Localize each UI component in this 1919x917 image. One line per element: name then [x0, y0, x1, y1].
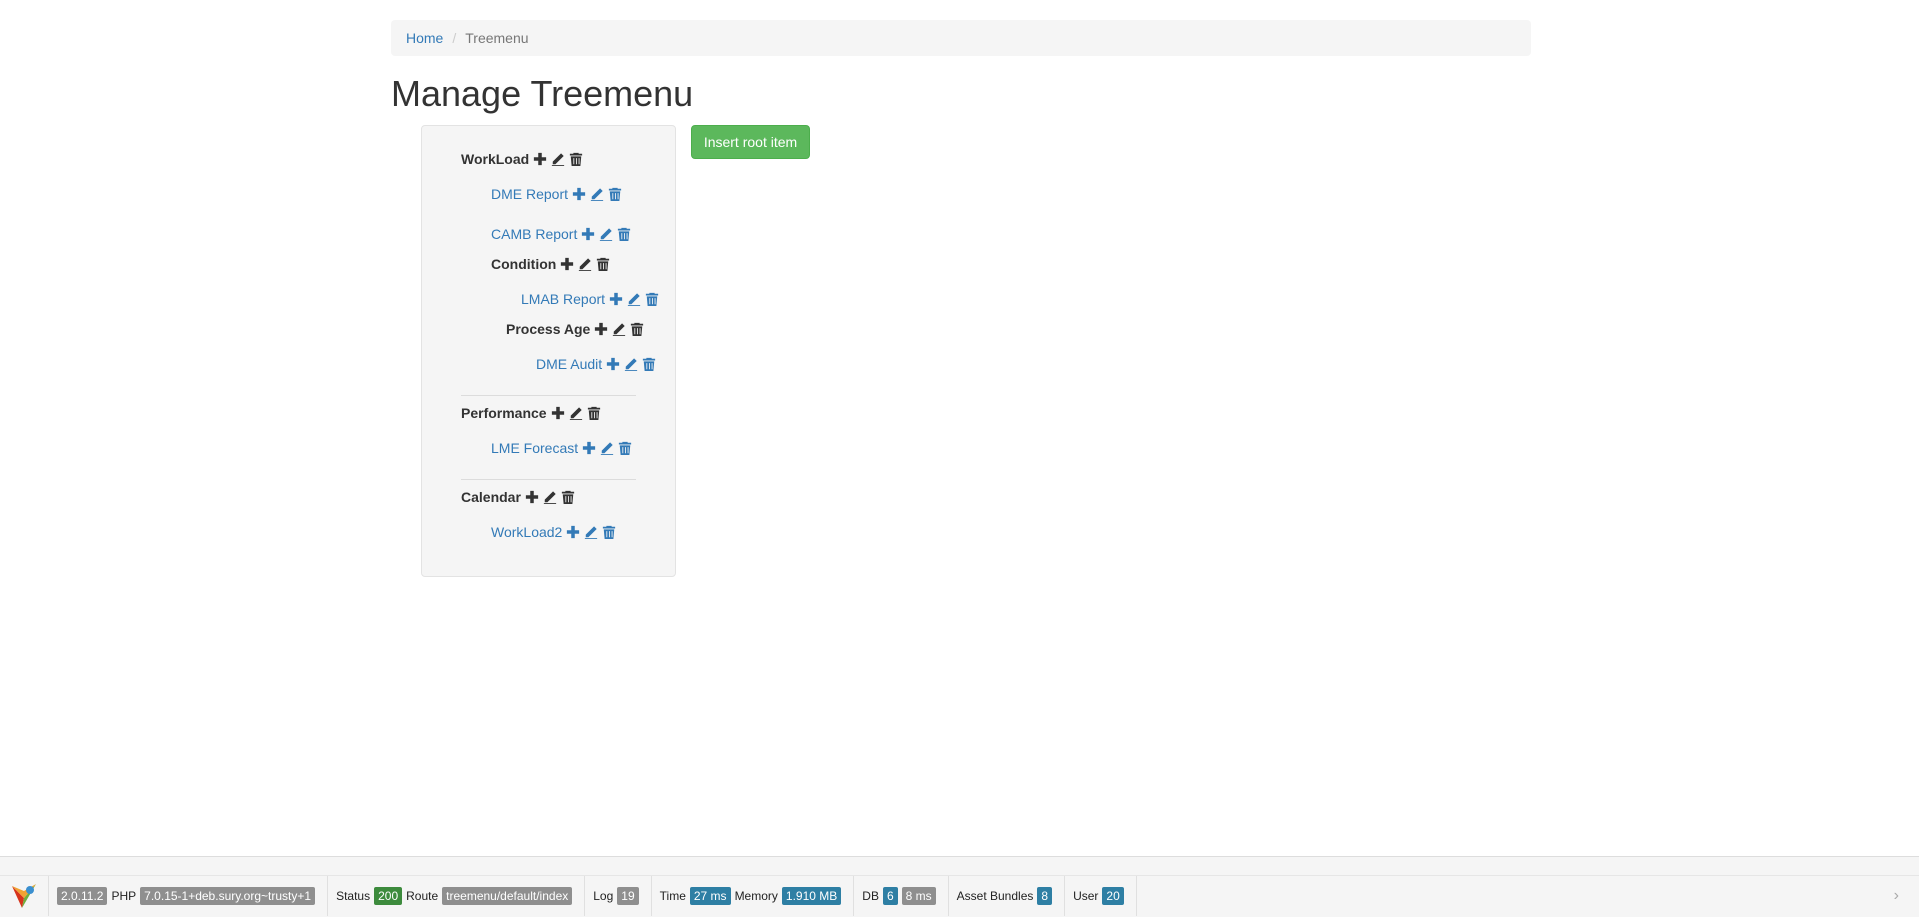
memory-badge: 1.910 MB [781, 887, 842, 905]
page-title: Manage Treemenu [391, 73, 694, 114]
toolbar-assets-block[interactable]: Asset Bundles 8 [949, 876, 1066, 916]
tree-node-calendar: Calendar [461, 489, 579, 505]
pencil-icon[interactable] [599, 227, 613, 241]
trash-icon[interactable] [561, 490, 575, 504]
route-label: Route [406, 889, 439, 903]
toolbar-profiling-block[interactable]: Time 27 ms Memory 1.910 MB [652, 876, 855, 916]
pencil-icon[interactable] [590, 187, 604, 201]
breadcrumb: Home / Treemenu [391, 20, 1531, 56]
trash-icon[interactable] [596, 257, 610, 271]
pencil-icon[interactable] [578, 257, 592, 271]
tree-node-condition: Condition [491, 256, 614, 272]
tree-node-workload2[interactable]: WorkLoad2 [491, 524, 620, 540]
pencil-icon[interactable] [627, 292, 641, 306]
tree-node-label: Process Age [506, 321, 591, 337]
toolbar-log-block[interactable]: Log 19 [585, 876, 652, 916]
pencil-icon[interactable] [569, 406, 583, 420]
assets-label: Asset Bundles [956, 889, 1034, 903]
pencil-icon[interactable] [584, 525, 598, 539]
plus-icon[interactable] [594, 322, 608, 336]
tree-node-label[interactable]: LMAB Report [521, 291, 605, 307]
tree-node-label[interactable]: DME Audit [536, 356, 602, 372]
db-label: DB [862, 889, 879, 903]
tree-node-dme-report[interactable]: DME Report [491, 186, 626, 202]
tree-node-lme-forecast[interactable]: LME Forecast [491, 440, 636, 456]
time-badge: 27 ms [689, 887, 731, 905]
tree-divider [461, 479, 636, 480]
breadcrumb-home-link[interactable]: Home [406, 30, 443, 46]
trash-icon[interactable] [618, 441, 632, 455]
trash-icon[interactable] [645, 292, 659, 306]
status-badge: 200 [374, 887, 403, 905]
toolbar-request-block[interactable]: Status 200 Route treemenu/default/index [328, 876, 586, 916]
toolbar-version-block[interactable]: 2.0.11.2 PHP 7.0.15-1+deb.sury.org~trust… [49, 876, 329, 916]
insert-root-item-button[interactable]: Insert root item [691, 125, 810, 159]
tree-node-label[interactable]: LME Forecast [491, 440, 578, 456]
status-label: Status [336, 889, 371, 903]
user-badge: 20 [1102, 887, 1124, 905]
debug-toolbar: 2.0.11.2 PHP 7.0.15-1+deb.sury.org~trust… [0, 856, 1919, 917]
user-label: User [1073, 889, 1099, 903]
plus-icon[interactable] [572, 187, 586, 201]
route-badge: treemenu/default/index [442, 887, 573, 905]
tree-divider [461, 395, 636, 396]
memory-label: Memory [734, 889, 778, 903]
plus-icon[interactable] [582, 441, 596, 455]
plus-icon[interactable] [551, 406, 565, 420]
plus-icon[interactable] [533, 152, 547, 166]
plus-icon[interactable] [566, 525, 580, 539]
tree-node-label: Calendar [461, 489, 521, 505]
log-label: Log [593, 889, 614, 903]
yii-logo-link[interactable] [0, 876, 49, 916]
pencil-icon[interactable] [543, 490, 557, 504]
tree-node-label[interactable]: WorkLoad2 [491, 524, 562, 540]
trash-icon[interactable] [630, 322, 644, 336]
breadcrumb-separator: / [452, 30, 457, 46]
yii-version-badge: 2.0.11.2 [57, 887, 108, 905]
plus-icon[interactable] [560, 257, 574, 271]
trash-icon[interactable] [569, 152, 583, 166]
php-label: PHP [111, 889, 137, 903]
plus-icon[interactable] [606, 357, 620, 371]
plus-icon[interactable] [525, 490, 539, 504]
db-queries-badge: 6 [882, 887, 898, 905]
tree-node-label[interactable]: CAMB Report [491, 226, 577, 242]
tree-node-label: WorkLoad [461, 151, 530, 167]
trash-icon[interactable] [642, 357, 656, 371]
trash-icon[interactable] [608, 187, 622, 201]
pencil-icon[interactable] [624, 357, 638, 371]
tree-node-camb-report[interactable]: CAMB Report [491, 226, 635, 242]
toolbar-user-block[interactable]: User 20 [1065, 876, 1137, 916]
plus-icon[interactable] [581, 227, 595, 241]
trash-icon[interactable] [587, 406, 601, 420]
pencil-icon[interactable] [600, 441, 614, 455]
yii-logo-icon [12, 884, 36, 908]
db-time-badge: 8 ms [901, 887, 936, 905]
tree-node-workload: WorkLoad [461, 151, 587, 167]
log-badge: 19 [617, 887, 639, 905]
tree-node-performance: Performance [461, 405, 605, 421]
tree-node-dme-audit[interactable]: DME Audit [536, 356, 660, 372]
page-container: Home / Treemenu Manage Treemenu [391, 20, 1531, 114]
pencil-icon[interactable] [551, 152, 565, 166]
tree-node-lmab-report[interactable]: LMAB Report [521, 291, 663, 307]
trash-icon[interactable] [602, 525, 616, 539]
trash-icon[interactable] [617, 227, 631, 241]
toolbar-db-block[interactable]: DB 6 8 ms [854, 876, 949, 916]
tree-node-label: Condition [491, 256, 557, 272]
php-version-badge: 7.0.15-1+deb.sury.org~trusty+1 [140, 887, 316, 905]
tree-node-label[interactable]: DME Report [491, 186, 568, 202]
breadcrumb-current: Treemenu [465, 30, 529, 46]
toolbar-collapse-icon[interactable]: › [1894, 887, 1899, 905]
tree-node-process-age: Process Age [506, 321, 648, 337]
pencil-icon[interactable] [612, 322, 626, 336]
plus-icon[interactable] [609, 292, 623, 306]
time-label: Time [659, 889, 686, 903]
tree-node-label: Performance [461, 405, 547, 421]
assets-badge: 8 [1037, 887, 1053, 905]
